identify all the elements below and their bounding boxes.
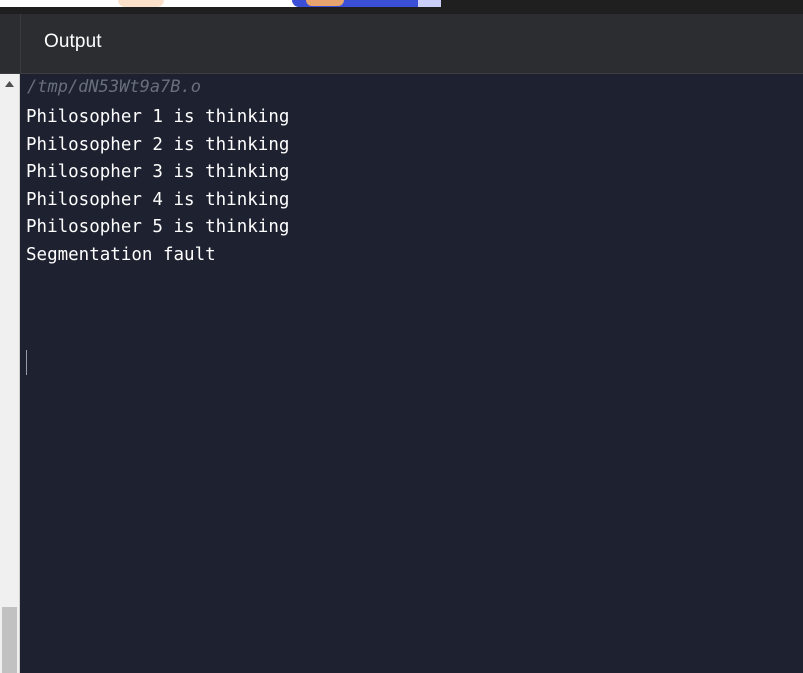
executable-path: /tmp/dN53Wt9a7B.o [27, 77, 201, 97]
scroll-thumb[interactable] [2, 607, 17, 673]
text-cursor [26, 350, 27, 375]
banner-shape [118, 0, 164, 7]
header-gutter [0, 14, 21, 73]
console-line-error: Segmentation fault [26, 244, 216, 265]
banner-image-edge [0, 0, 441, 7]
output-header: Output [0, 14, 803, 74]
console-line: Philosopher 2 is thinking [26, 134, 290, 155]
console-line: Philosopher 5 is thinking [26, 217, 290, 237]
output-window: Output /tmp/dN53Wt9a7B.o Philosopher 1 i… [0, 0, 803, 673]
console-line: Philosopher 3 is thinking [26, 162, 290, 182]
console-line: Philosopher 4 is thinking [26, 189, 290, 210]
output-title: Output [44, 31, 102, 52]
output-console[interactable]: /tmp/dN53Wt9a7B.o Philosopher 1 is think… [21, 74, 803, 673]
banner-shape [418, 0, 441, 7]
console-line: Philosopher 1 is thinking [26, 107, 290, 127]
console-output-lines: Philosopher 1 is thinking Philosopher 2 … [26, 104, 289, 269]
vertical-scrollbar[interactable] [0, 74, 20, 673]
banner-shape [306, 0, 344, 6]
chevron-up-icon [5, 81, 14, 87]
top-strip [0, 0, 803, 14]
scroll-up-button[interactable] [0, 78, 19, 92]
